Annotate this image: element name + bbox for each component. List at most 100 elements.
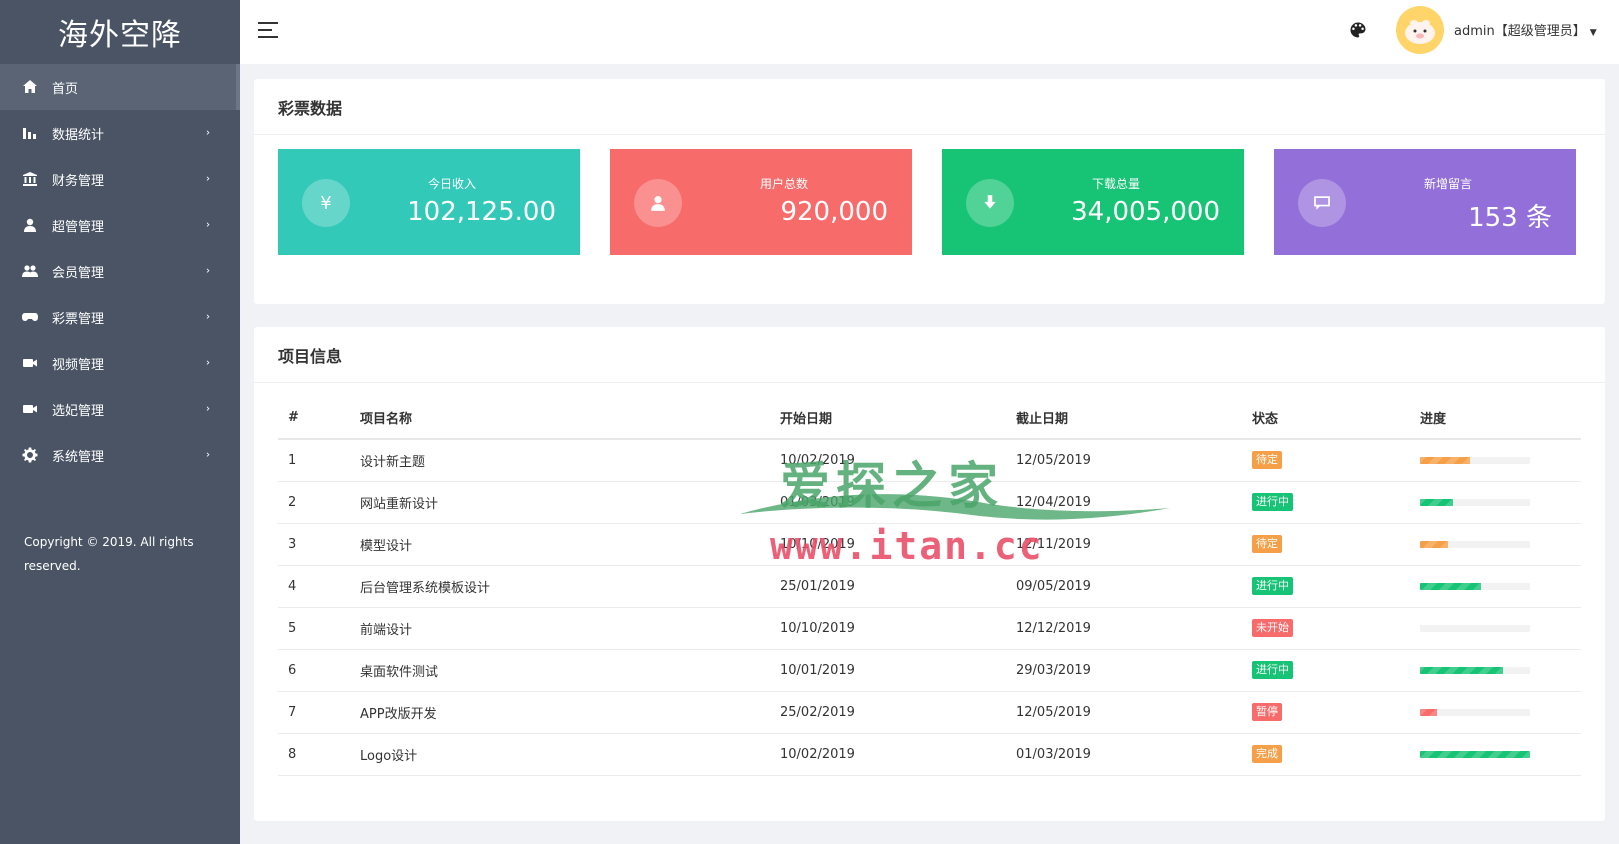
table-row[interactable]: 8 Logo设计 10/02/2019 01/03/2019 完成	[278, 733, 1581, 776]
copyright-text: Copyright © 2019. All rights reserved.	[24, 535, 194, 573]
status-cell: 完成	[1242, 733, 1410, 776]
stat-card-2[interactable]: 下载总量 34,005,000	[942, 149, 1244, 255]
sidebar-item-label: 首页	[52, 81, 79, 97]
sidebar-item-1[interactable]: 数据统计 ›	[0, 110, 240, 156]
progress-cell	[1410, 607, 1581, 650]
sidebar-nav: 首页 数据统计 › 财务管理 › 超管管理 › 会员管理 › 彩票管理 › 视频管理 › 选妃管理 › 系统管…	[0, 64, 240, 478]
chevron-right-icon: ›	[206, 449, 210, 461]
progress-cell	[1410, 733, 1581, 776]
home-icon	[22, 79, 38, 95]
table-row[interactable]: 5 前端设计 10/10/2019 12/12/2019 未开始	[278, 607, 1581, 650]
sidebar-item-6[interactable]: 视频管理 ›	[0, 340, 240, 386]
stat-glyph: ¥	[320, 192, 332, 214]
project-table: # 项目名称 开始日期 截止日期 状态 进度 1 设计新主题 10/02/2019 12/05/…	[278, 397, 1581, 776]
avatar[interactable]	[1396, 6, 1444, 54]
column-header[interactable]: 开始日期	[770, 397, 1006, 440]
progress-cell	[1410, 565, 1581, 608]
status-cell: 进行中	[1242, 565, 1410, 608]
table-row[interactable]: 6 桌面软件测试 10/01/2019 29/03/2019 进行中	[278, 649, 1581, 692]
progress-bar	[1420, 498, 1530, 506]
gamepad-icon	[22, 309, 38, 325]
bank-icon	[22, 171, 38, 187]
stats-row: ¥ 今日收入 102,125.00 用户总数 920,000 下载总量 34,005,000…	[278, 149, 1576, 255]
progress-fill	[1420, 582, 1481, 590]
status-badge: 进行中	[1252, 661, 1293, 679]
column-header[interactable]: 项目名称	[350, 397, 770, 440]
table-row[interactable]: 3 模型设计 10/10/2019 12/11/2019 待定	[278, 523, 1581, 566]
sidebar-item-7[interactable]: 选妃管理 ›	[0, 386, 240, 432]
sidebar-item-8[interactable]: 系统管理 ›	[0, 432, 240, 478]
stat-label: 新增留言	[1424, 177, 1473, 191]
stat-card-3[interactable]: 新增留言 153 条	[1274, 149, 1576, 255]
column-header[interactable]: 状态	[1242, 397, 1410, 440]
sidebar-item-label: 选妃管理	[52, 403, 105, 419]
chevron-right-icon: ›	[206, 173, 210, 185]
table-row[interactable]: 7 APP改版开发 25/02/2019 12/05/2019 暂停	[278, 691, 1581, 734]
row-id: 2	[278, 481, 350, 524]
progress-fill	[1420, 498, 1453, 506]
table-row[interactable]: 4 后台管理系统模板设计 25/01/2019 09/05/2019 进行中	[278, 565, 1581, 608]
end-date: 12/05/2019	[1006, 439, 1242, 482]
stat-card-0[interactable]: ¥ 今日收入 102,125.00	[278, 149, 580, 255]
progress-fill	[1420, 456, 1470, 464]
lottery-data-card: 彩票数据 ¥ 今日收入 102,125.00 用户总数 920,000 下载总量 34,00…	[254, 79, 1605, 304]
progress-bar	[1420, 540, 1530, 548]
sidebar-item-4[interactable]: 会员管理 ›	[0, 248, 240, 294]
progress-cell	[1410, 481, 1581, 524]
sidebar-item-2[interactable]: 财务管理 ›	[0, 156, 240, 202]
stat-card-1[interactable]: 用户总数 920,000	[610, 149, 912, 255]
chevron-right-icon: ›	[206, 265, 210, 277]
end-date: 01/03/2019	[1006, 733, 1242, 776]
topbar: admin【超级管理员】 ▼	[240, 0, 1619, 64]
progress-bar	[1420, 582, 1530, 590]
stat-value: 153 条	[1468, 203, 1552, 233]
palette-icon[interactable]	[1348, 20, 1368, 40]
users-icon	[22, 263, 38, 279]
project-info-card: 项目信息 # 项目名称 开始日期 截止日期 状态 进度 1 设计新主题 10/02/2019 1…	[254, 327, 1605, 821]
brand-logo[interactable]: 海外空降	[0, 0, 240, 64]
sidebar-item-0[interactable]: 首页	[0, 64, 240, 110]
user-menu[interactable]: admin【超级管理员】 ▼	[1454, 20, 1597, 39]
sidebar-item-3[interactable]: 超管管理 ›	[0, 202, 240, 248]
user-icon	[22, 217, 38, 233]
table-row[interactable]: 2 网站重新设计 01/03/2019 12/04/2019 进行中	[278, 481, 1581, 524]
row-id: 8	[278, 733, 350, 776]
sidebar-item-5[interactable]: 彩票管理 ›	[0, 294, 240, 340]
end-date: 12/04/2019	[1006, 481, 1242, 524]
status-badge: 待定	[1252, 451, 1282, 470]
row-id: 4	[278, 565, 350, 608]
column-header[interactable]: #	[278, 397, 350, 440]
row-id: 6	[278, 649, 350, 692]
progress-bar	[1420, 624, 1530, 632]
project-name: Logo设计	[350, 733, 770, 776]
row-id: 7	[278, 691, 350, 734]
sidebar-item-label: 系统管理	[52, 449, 105, 465]
status-badge: 完成	[1252, 745, 1282, 763]
sidebar-item-label: 会员管理	[52, 265, 105, 281]
project-name: 桌面软件测试	[350, 649, 770, 692]
sidebar-item-label: 财务管理	[52, 173, 105, 189]
column-header[interactable]: 进度	[1410, 397, 1581, 440]
stat-value: 34,005,000	[1071, 197, 1220, 227]
progress-bar	[1420, 456, 1530, 464]
user-icon	[634, 179, 682, 227]
progress-cell	[1410, 523, 1581, 566]
chevron-right-icon: ›	[206, 311, 210, 323]
stat-label: 今日收入	[428, 177, 477, 191]
end-date: 09/05/2019	[1006, 565, 1242, 608]
progress-bar	[1420, 708, 1530, 716]
row-id: 5	[278, 607, 350, 650]
caret-down-icon: ▼	[1589, 28, 1597, 38]
status-cell: 未开始	[1242, 607, 1410, 650]
status-badge: 进行中	[1252, 577, 1293, 595]
start-date: 10/02/2019	[770, 733, 1006, 776]
table-header-row: # 项目名称 开始日期 截止日期 状态 进度	[278, 397, 1581, 440]
status-cell: 待定	[1242, 523, 1410, 566]
menu-toggle-icon[interactable]	[258, 22, 280, 40]
table-row[interactable]: 1 设计新主题 10/02/2019 12/05/2019 待定	[278, 439, 1581, 482]
progress-bar	[1420, 666, 1530, 674]
column-header[interactable]: 截止日期	[1006, 397, 1242, 440]
start-date: 10/02/2019	[770, 439, 1006, 482]
status-badge: 待定	[1252, 535, 1282, 553]
sidebar-item-label: 超管管理	[52, 219, 105, 235]
